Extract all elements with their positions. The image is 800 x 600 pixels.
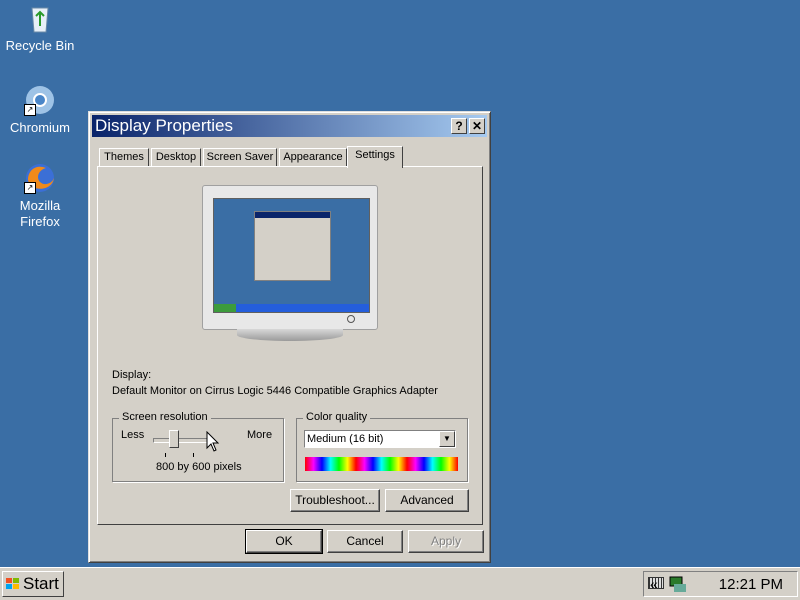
network-icon[interactable] [668, 574, 688, 594]
window-title: Display Properties [95, 116, 233, 135]
tab-appearance[interactable]: Appearance [279, 148, 347, 166]
slider-tick [165, 453, 166, 457]
shortcut-arrow-icon: ↗ [24, 104, 36, 116]
slider-tick [193, 453, 194, 457]
more-label: More [247, 429, 273, 441]
color-quality-value: Medium (16 bit) [307, 433, 384, 445]
tab-settings[interactable]: Settings [347, 146, 403, 168]
tab-desktop[interactable]: Desktop [151, 148, 201, 166]
chevron-down-icon[interactable]: ▼ [439, 431, 455, 447]
apply-button[interactable]: Apply [408, 530, 484, 553]
color-quality-group: Color quality [296, 411, 468, 482]
group-label: Screen resolution [119, 411, 211, 423]
tab-screen-saver[interactable]: Screen Saver [203, 148, 277, 166]
mouse-pointer-icon [206, 431, 220, 452]
clock: 12:21 PM [718, 576, 783, 593]
preview-taskbar [214, 304, 369, 312]
ok-button[interactable]: OK [245, 529, 323, 554]
monitor-power-icon [347, 315, 355, 323]
desktop-icon-label: Mozilla Firefox [19, 198, 61, 229]
desktop-icon-chromium[interactable]: ↗ Chromium [0, 84, 80, 136]
desktop-icon-recycle-bin[interactable]: Recycle Bin [0, 2, 80, 54]
shortcut-arrow-icon: ↗ [24, 182, 36, 194]
system-tray: « 12:21 PM [643, 571, 798, 597]
firefox-icon: ↗ [24, 162, 56, 194]
monitor-screen [213, 198, 370, 313]
less-label: Less [121, 429, 145, 441]
troubleshoot-button[interactable]: Troubleshoot... [290, 489, 380, 512]
close-button[interactable]: ✕ [469, 118, 485, 134]
group-label: Color quality [303, 411, 371, 423]
color-quality-select[interactable]: Medium (16 bit) ▼ [304, 430, 456, 448]
display-properties-window: Display Properties ? ✕ Themes Desktop Sc… [88, 111, 491, 563]
tray-expand-chevron[interactable]: « [650, 576, 658, 592]
start-label: Start [23, 574, 59, 593]
start-button[interactable]: Start [2, 571, 64, 597]
cancel-button[interactable]: Cancel [327, 530, 403, 553]
monitor-preview [202, 185, 378, 330]
chromium-icon: ↗ [24, 84, 56, 116]
windows-flag-icon [6, 578, 19, 589]
taskbar: Start « 12:21 PM [0, 567, 800, 600]
display-device-name: Default Monitor on Cirrus Logic 5446 Com… [112, 385, 438, 397]
tab-themes[interactable]: Themes [99, 148, 149, 166]
desktop-icon-firefox[interactable]: ↗ Mozilla Firefox [0, 162, 80, 230]
preview-window [254, 211, 331, 281]
recycle-bin-icon [24, 2, 56, 34]
resolution-value: 800 by 600 pixels [156, 461, 242, 473]
title-bar[interactable]: Display Properties ? ✕ [92, 115, 487, 137]
monitor-stand [237, 329, 343, 341]
desktop-icon-label: Chromium [10, 120, 70, 135]
color-spectrum-bar [305, 457, 458, 471]
resolution-slider-track[interactable] [153, 438, 211, 443]
display-label: Display: [112, 369, 152, 381]
advanced-button[interactable]: Advanced [385, 489, 469, 512]
resolution-slider-thumb[interactable] [169, 430, 179, 448]
help-button[interactable]: ? [451, 118, 467, 134]
desktop-icon-label: Recycle Bin [5, 38, 75, 53]
